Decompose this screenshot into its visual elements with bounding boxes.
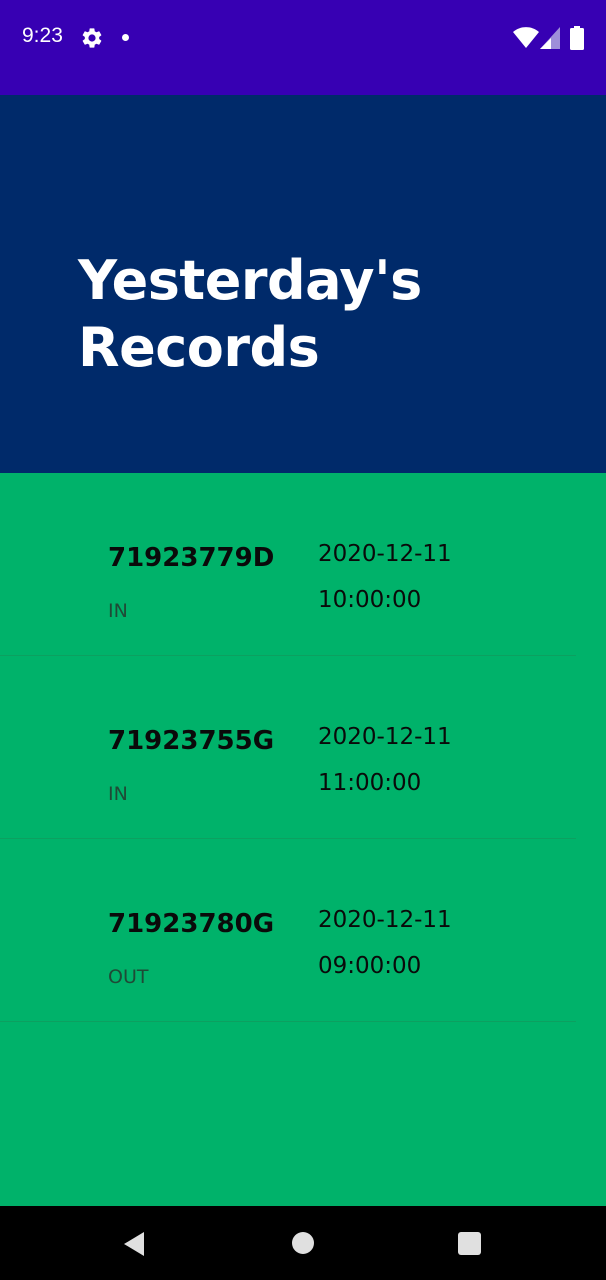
record-id: 71923779D: [108, 543, 275, 573]
records-list: 71923779D IN 2020-12-11 10:00:00 7192375…: [0, 473, 576, 1022]
record-date: 2020-12-11: [318, 907, 452, 933]
record-direction: OUT: [108, 966, 149, 988]
navigation-bar: [0, 1206, 606, 1280]
record-direction: IN: [108, 600, 128, 622]
status-time: 9:23: [22, 24, 63, 47]
record-direction: IN: [108, 783, 128, 805]
list-item[interactable]: 71923780G OUT 2020-12-11 09:00:00: [0, 839, 576, 1022]
record-date: 2020-12-11: [318, 724, 452, 750]
record-id: 71923755G: [108, 726, 275, 756]
wifi-icon: [513, 27, 539, 48]
header: Yesterday's Records: [0, 95, 606, 473]
list-item[interactable]: 71923779D IN 2020-12-11 10:00:00: [0, 473, 576, 656]
home-icon[interactable]: [292, 1232, 314, 1254]
recents-icon[interactable]: [458, 1232, 481, 1255]
record-id: 71923780G: [108, 909, 275, 939]
app-screen: 9:23 Yesterday's Records 71923779D IN 20…: [0, 0, 606, 1280]
battery-icon: [570, 26, 584, 50]
record-time: 09:00:00: [318, 953, 422, 979]
record-time: 10:00:00: [318, 587, 422, 613]
list-item[interactable]: 71923755G IN 2020-12-11 11:00:00: [0, 656, 576, 839]
notification-dot-icon: [122, 34, 129, 41]
record-date: 2020-12-11: [318, 541, 452, 567]
gear-icon: [82, 28, 102, 48]
back-icon[interactable]: [122, 1231, 148, 1257]
signal-icon: [540, 27, 560, 49]
record-time: 11:00:00: [318, 770, 422, 796]
page-title: Yesterday's Records: [78, 249, 422, 379]
status-bar: 9:23: [0, 0, 606, 95]
